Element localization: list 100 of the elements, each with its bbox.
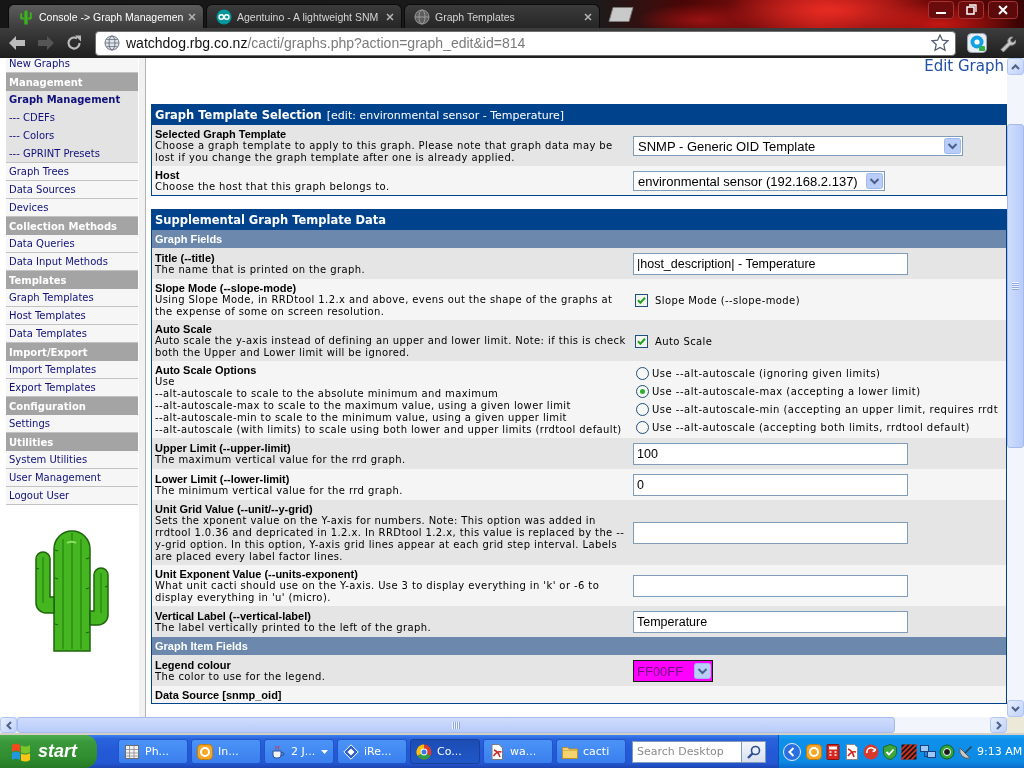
checkbox-label[interactable]: Auto Scale xyxy=(655,335,713,347)
scroll-left-button[interactable] xyxy=(0,717,17,733)
text-input[interactable] xyxy=(633,575,908,597)
ring-icon[interactable] xyxy=(939,743,955,760)
globe-icon xyxy=(414,8,430,25)
swirl-icon[interactable] xyxy=(863,743,879,760)
field-label: Selected Graph Template xyxy=(155,128,287,140)
scroll-down-button[interactable] xyxy=(1007,700,1024,717)
sidebar-item[interactable]: Graph Trees xyxy=(6,163,138,181)
sidebar-heading: Configuration xyxy=(6,397,138,415)
shield-check-icon[interactable] xyxy=(882,743,898,760)
reload-icon[interactable] xyxy=(66,35,82,51)
back-arrow-icon[interactable] xyxy=(8,35,26,51)
sidebar-item[interactable]: Import Templates xyxy=(6,361,138,379)
scrollbar-thumb[interactable] xyxy=(1007,124,1024,448)
sidebar-item[interactable]: Data Queries xyxy=(6,235,138,253)
sidebar-subitem[interactable]: --- CDEFs xyxy=(6,109,138,127)
sidebar-item[interactable]: System Utilities xyxy=(6,451,138,469)
clock-time: 9:13 AM xyxy=(977,745,1023,758)
radio-label[interactable]: Use --alt-autoscale-min (accepting an upper limit, requires rrdt xyxy=(652,403,999,415)
checkbox[interactable] xyxy=(635,334,648,348)
vertical-scrollbar[interactable] xyxy=(1007,58,1024,717)
checkbox[interactable] xyxy=(635,293,648,307)
close-icon[interactable] xyxy=(584,12,592,21)
close-icon[interactable] xyxy=(988,1,1018,19)
field-description: Use --alt-autoscale to scale to the absolute minimum and maximum --alt-autoscale-max to scale to the maximum value, using a given lower limit --alt-autoscale-min to scale to the minimum value, using a given upper limit --alt-autoscale (with limits) to scale using both lower and upper limits (rrdtool default) xyxy=(155,376,623,436)
caret-right-icon xyxy=(995,720,1002,730)
radio-button[interactable] xyxy=(636,384,649,398)
field-label: Auto Scale xyxy=(155,323,213,335)
dish-icon[interactable] xyxy=(958,743,974,760)
field-description: Sets the xponent value on the Y-axis for numbers. Note: This option was added in rrdtool 1.0.36 and depricated in 1.2.x. In RRDtool 1.2.x, this value is replaced by the --y-grid option. In this option, Y-axis grid lines appear at each grid step interval. Labels are placed every label factor lines. xyxy=(155,515,626,563)
sidebar-item[interactable]: User Management xyxy=(6,469,138,487)
radio-button[interactable] xyxy=(636,420,649,434)
radio-label[interactable]: Use --alt-autoscale (accepting both limits, rrdtool default) xyxy=(652,421,970,433)
search-icon xyxy=(746,744,761,759)
select-field[interactable]: environmental sensor (192.168.2.137) xyxy=(633,171,885,191)
show-hidden-icons-button[interactable] xyxy=(783,742,801,761)
scrollbar-corner xyxy=(1007,717,1024,733)
edit-graph-link[interactable]: Edit Graph xyxy=(924,58,1004,75)
field-description: Choose the host that this graph belongs to. xyxy=(155,181,391,193)
sidebar-item[interactable]: Logout User xyxy=(6,487,138,505)
sidebar-item[interactable]: Export Templates xyxy=(6,379,138,397)
radio-label[interactable]: Use --alt-autoscale (ignoring given limits) xyxy=(652,367,881,379)
start-button[interactable]: start xyxy=(0,735,97,768)
monitors-icon[interactable] xyxy=(920,743,936,760)
radio-button[interactable] xyxy=(636,402,649,416)
document-icon[interactable] xyxy=(844,743,860,760)
taskbar-button[interactable]: Co... xyxy=(410,739,480,764)
address-bar[interactable]: watchdog.rbg.co.nz/cacti/graphs.php?action=graph_edit&id=814 xyxy=(95,30,956,56)
close-icon[interactable] xyxy=(386,12,394,21)
search-field[interactable]: Search Desktop xyxy=(632,740,742,763)
star-icon[interactable] xyxy=(931,34,949,52)
text-input[interactable]: Temperature xyxy=(633,611,908,633)
radio-button[interactable] xyxy=(636,366,649,380)
address-text: watchdog.rbg.co.nz/cacti/graphs.php?action=graph_edit&id=814 xyxy=(126,35,526,51)
sidebar-item[interactable]: Host Templates xyxy=(6,307,138,325)
select-field[interactable]: SNMP - Generic OID Template xyxy=(633,136,963,156)
field-description: Auto scale the y-axis instead of defining an upper and lower limit. Note: if this is check both the Upper and Lower limit will be ignored. xyxy=(155,335,627,359)
sidebar-item[interactable]: Devices xyxy=(6,199,138,217)
wrench-icon[interactable] xyxy=(998,34,1016,52)
sidebar-item[interactable]: New Graphs xyxy=(6,58,138,73)
scroll-right-button[interactable] xyxy=(990,717,1007,733)
extension-icon[interactable] xyxy=(967,33,987,53)
sidebar-item[interactable]: Data Input Methods xyxy=(6,253,138,271)
ring-icon xyxy=(197,743,213,760)
new-tab-icon[interactable] xyxy=(608,6,634,22)
stripes-icon[interactable] xyxy=(901,743,917,760)
scroll-up-button[interactable] xyxy=(1007,58,1024,75)
sidebar-item[interactable]: Settings xyxy=(6,415,138,433)
search-button[interactable] xyxy=(742,740,766,763)
caret-down-icon xyxy=(321,749,328,754)
calculator-icon[interactable] xyxy=(825,743,841,760)
field-description: The minimum vertical value for the rrd graph. xyxy=(155,485,404,497)
browser-tab[interactable]: Console -> Graph Managemen xyxy=(8,4,204,28)
text-input[interactable]: 0 xyxy=(633,474,908,496)
text-input[interactable]: |host_description| - Temperature xyxy=(633,253,908,275)
browser-tab[interactable]: Graph Templates xyxy=(404,4,600,28)
sidebar-item[interactable]: Graph Templates xyxy=(6,289,138,307)
text-input[interactable]: 100 xyxy=(633,443,908,465)
field-description: The color to use for the legend. xyxy=(155,671,327,683)
text-input[interactable] xyxy=(633,522,908,544)
minimize-icon[interactable] xyxy=(928,1,954,19)
caret-down-icon xyxy=(1011,705,1020,712)
sidebar-heading: Collection Methods xyxy=(6,217,138,235)
checkbox-label[interactable]: Slope Mode (--slope-mode) xyxy=(655,294,800,306)
sidebar-subitem[interactable]: --- GPRINT Presets xyxy=(6,145,138,163)
field-label: Unit Grid Value (--unit/--y-grid) xyxy=(155,503,313,515)
sidebar-item[interactable]: Data Sources xyxy=(6,181,138,199)
restore-icon[interactable] xyxy=(958,1,984,19)
section-header: Graph Fields xyxy=(152,230,1006,248)
cactus-icon xyxy=(18,8,34,25)
sidebar-item[interactable]: Graph Management xyxy=(6,91,138,109)
sidebar-subitem[interactable]: --- Colors xyxy=(6,127,138,145)
double-ring-icon xyxy=(216,8,232,25)
browser-tab[interactable]: Agentuino - A lightweight SNM xyxy=(206,4,402,28)
sidebar-item[interactable]: Data Templates xyxy=(6,325,138,343)
field-description: What unit cacti should use on the Y-axis. Use 3 to display everything in 'k' or -6 to display everything in 'u' (micro). xyxy=(155,580,601,604)
taskbar-button[interactable]: 2 J... xyxy=(264,739,334,764)
sidebar-heading: Templates xyxy=(6,271,138,289)
radio-label[interactable]: Use --alt-autoscale-max (accepting a lower limit) xyxy=(652,385,921,397)
